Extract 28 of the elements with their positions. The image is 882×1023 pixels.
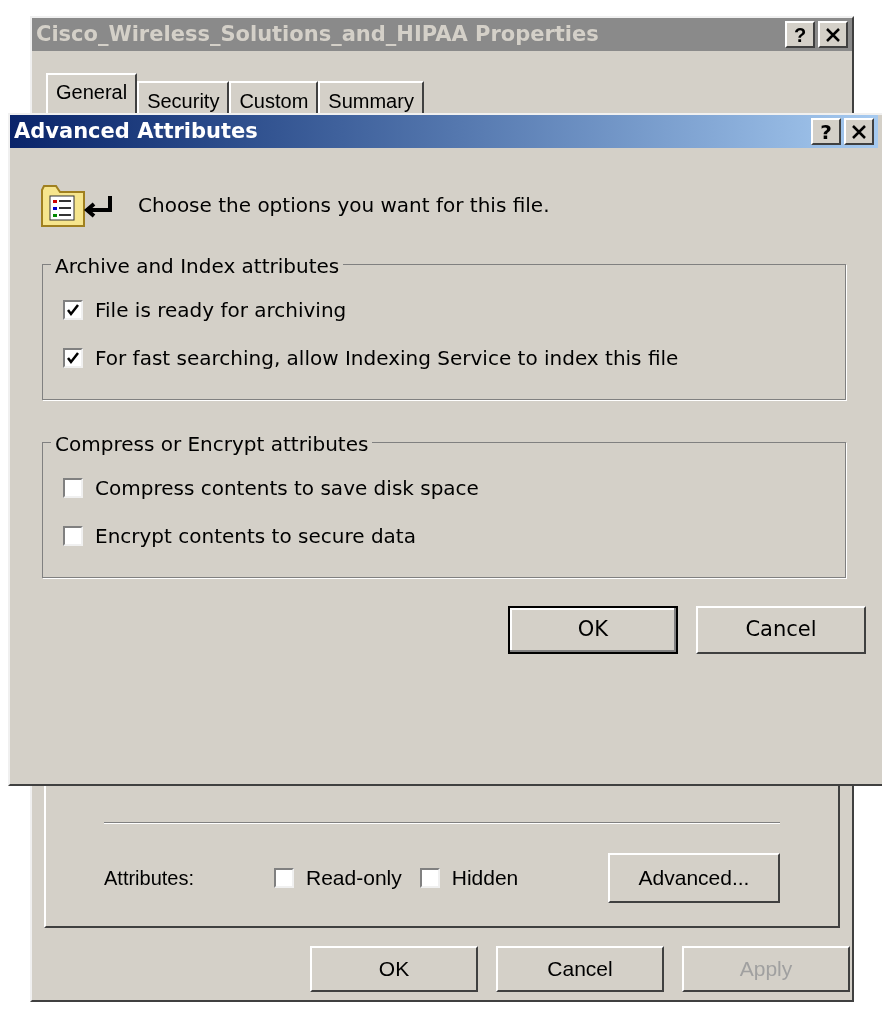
checkbox[interactable] [63, 478, 83, 498]
close-button[interactable] [844, 118, 874, 145]
attributes-label: Attributes: [104, 866, 196, 891]
folder-list-icon [40, 182, 112, 228]
checkbox[interactable] [63, 300, 83, 320]
checkbox-label: Read-only [306, 865, 402, 892]
checkbox[interactable] [419, 868, 440, 888]
dialog-button[interactable]: Cancel [696, 606, 866, 654]
checkbox[interactable] [63, 348, 83, 368]
window-title: Cisco_Wireless_Solutions_and_HIPAA Properties [36, 20, 600, 48]
close-icon [852, 124, 866, 139]
advanced-button[interactable]: Advanced... [608, 853, 780, 903]
help-button[interactable]: ? [785, 21, 815, 48]
dialog-button[interactable]: Cancel [496, 946, 664, 992]
option-label: Encrypt contents to secure data [95, 523, 416, 550]
prompt-text: Choose the options you want for this file. [138, 192, 550, 219]
checkbox[interactable] [274, 868, 294, 888]
checkbox[interactable] [63, 526, 83, 546]
window-title: Advanced Attributes [14, 117, 259, 145]
option-label: File is ready for archiving [95, 297, 347, 324]
close-icon [826, 27, 840, 42]
dialog-button[interactable]: OK [508, 606, 678, 654]
option-label: Compress contents to save disk space [95, 475, 479, 502]
checkbox-label: Hidden [451, 865, 519, 892]
help-button[interactable]: ? [811, 118, 841, 145]
option-label: For fast searching, allow Indexing Service to index this file [95, 345, 679, 372]
dialog-button[interactable]: OK [310, 946, 478, 992]
close-button[interactable] [818, 21, 848, 48]
